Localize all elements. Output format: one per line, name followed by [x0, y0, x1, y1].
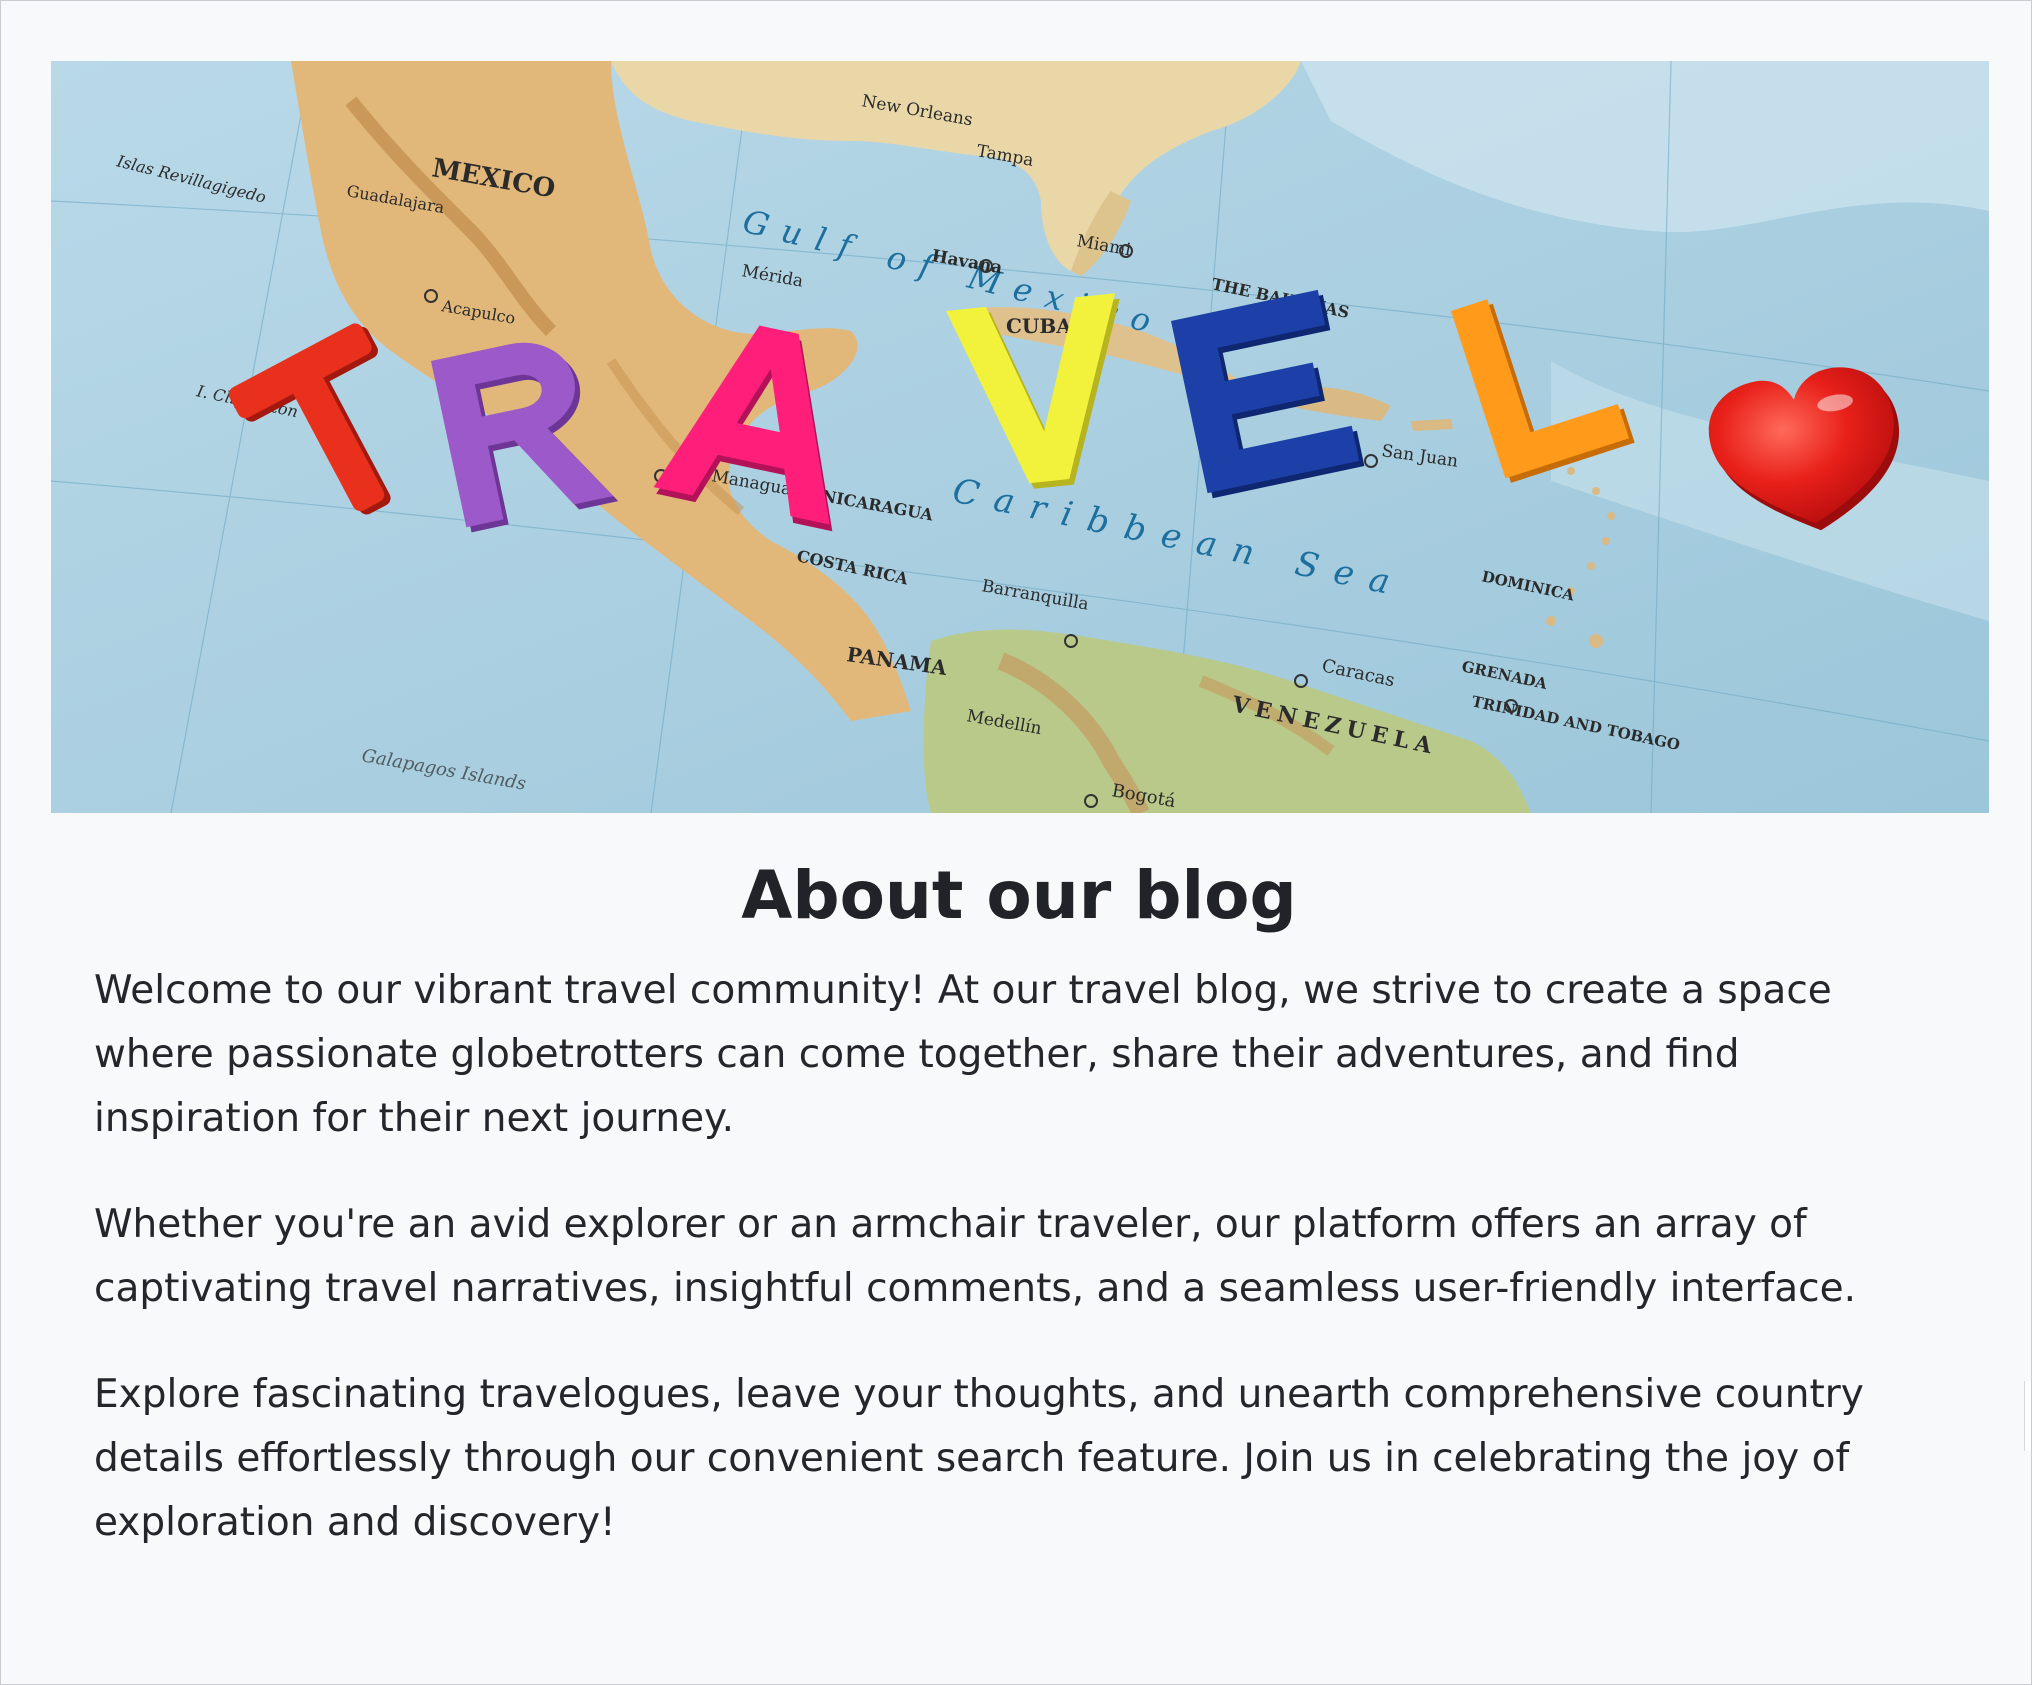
page-title: About our blog — [741, 857, 1297, 934]
scrollbar[interactable] — [2024, 1381, 2031, 1451]
about-paragraph-3: Explore fascinating travelogues, leave y… — [94, 1372, 1864, 1546]
about-paragraph-1: Welcome to our vibrant travel community!… — [94, 968, 1832, 1142]
about-section: About our blog Welcome to our vibrant tr… — [94, 856, 1944, 1555]
travel-map-illustration: MEXICO Gulf of Mexico Caribbean Sea VENE… — [51, 61, 1989, 813]
hero-image: MEXICO Gulf of Mexico Caribbean Sea VENE… — [51, 61, 1989, 813]
about-paragraph-2: Whether you're an avid explorer or an ar… — [94, 1202, 1856, 1312]
about-page: MEXICO Gulf of Mexico Caribbean Sea VENE… — [0, 0, 2032, 1685]
label-cuba: CUBA — [1006, 314, 1072, 338]
